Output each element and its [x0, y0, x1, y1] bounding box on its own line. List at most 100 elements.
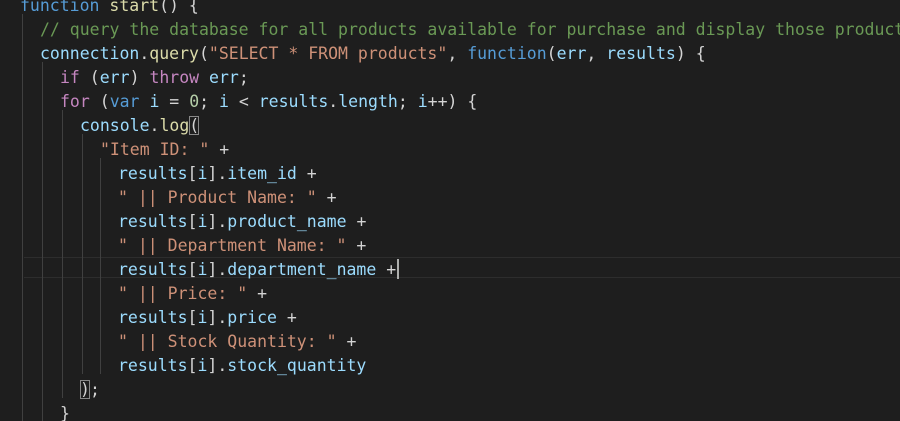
code-line[interactable]: for (var i = 0; i < results.length; i++)…	[60, 90, 477, 114]
code-token: ].	[207, 308, 228, 327]
code-token: ].	[207, 164, 228, 183]
code-token: var	[109, 92, 140, 111]
code-token: .	[328, 92, 339, 111]
code-token: results	[118, 164, 188, 183]
indent-guide	[22, 14, 23, 421]
code-token: for	[60, 92, 90, 111]
code-token: (	[89, 92, 110, 111]
code-line[interactable]: // query the database for all products a…	[40, 18, 900, 42]
code-token: ;	[238, 68, 249, 87]
code-token: results	[258, 92, 329, 111]
code-token: ) {	[675, 44, 706, 63]
code-token: start	[109, 0, 160, 15]
code-token: results	[606, 44, 676, 63]
code-line[interactable]: "Item ID: " +	[100, 138, 229, 162]
code-line[interactable]: results[i].department_name +	[118, 258, 400, 282]
code-token: " || Product Name: "	[118, 188, 317, 207]
code-token: results	[118, 308, 188, 327]
code-token: ].	[207, 356, 228, 375]
code-token: ].	[207, 260, 228, 279]
code-token: [	[187, 164, 198, 183]
code-editor[interactable]: function start() {// query the database …	[0, 0, 900, 421]
code-token: ,	[586, 44, 607, 63]
code-token: }	[60, 404, 70, 421]
matched-bracket: (	[189, 116, 200, 135]
code-token: i	[197, 164, 208, 183]
code-token: i	[197, 212, 208, 231]
code-line[interactable]: );	[80, 378, 100, 402]
code-token: (	[198, 44, 209, 63]
code-line[interactable]: results[i].price +	[118, 306, 297, 330]
code-token: function	[20, 0, 100, 15]
code-token: stock_quantity	[227, 356, 367, 375]
code-token: ;	[199, 92, 219, 111]
code-token: [	[187, 308, 198, 327]
code-token: =	[159, 92, 190, 111]
code-token: item_id	[227, 164, 297, 183]
indent-guide	[82, 134, 83, 374]
code-line[interactable]: function start() {	[20, 0, 199, 18]
text-cursor	[397, 259, 400, 279]
code-token: function	[467, 44, 547, 63]
code-line[interactable]: results[i].product_name +	[118, 210, 366, 234]
code-token: department_name	[227, 260, 377, 279]
code-token: ;	[397, 92, 418, 111]
code-token: console	[80, 116, 150, 135]
code-line[interactable]: " || Department Name: " +	[118, 234, 366, 258]
code-token: ++) {	[427, 92, 478, 111]
code-token: "Item ID: "	[100, 140, 210, 159]
code-token: [	[187, 356, 198, 375]
code-token: (	[79, 68, 100, 87]
code-line[interactable]: results[i].item_id +	[118, 162, 317, 186]
code-token: err	[99, 68, 130, 87]
code-token: " || Price: "	[118, 284, 248, 303]
code-token: ].	[207, 212, 228, 231]
code-token: 0	[189, 92, 200, 111]
code-line[interactable]: console.log(	[80, 114, 200, 138]
code-token: +	[316, 188, 337, 207]
code-token: log	[159, 116, 190, 135]
code-token: .	[139, 44, 150, 63]
code-token: product_name	[227, 212, 347, 231]
code-token: " || Stock Quantity: "	[118, 332, 337, 351]
code-token: )	[129, 68, 150, 87]
code-token: err	[209, 68, 239, 87]
code-token: () {	[159, 0, 199, 15]
code-token: i	[197, 260, 208, 279]
code-line[interactable]: }	[60, 402, 70, 421]
code-line[interactable]: if (err) throw err;	[60, 66, 249, 90]
code-token: results	[118, 260, 188, 279]
code-token: throw	[149, 68, 200, 87]
code-line[interactable]: " || Price: " +	[118, 282, 267, 306]
code-line[interactable]: " || Product Name: " +	[118, 186, 337, 210]
indent-guide	[62, 110, 63, 398]
code-token: [	[187, 212, 198, 231]
code-token: <	[228, 92, 259, 111]
code-token: results	[118, 212, 188, 231]
code-line[interactable]: connection.query("SELECT * FROM products…	[40, 42, 706, 66]
code-token: +	[336, 332, 357, 351]
code-token: (	[546, 44, 557, 63]
code-token: +	[376, 260, 397, 279]
indent-guide	[100, 158, 101, 374]
code-token: connection	[40, 44, 140, 63]
code-token: if	[60, 68, 80, 87]
code-token: "SELECT * FROM products"	[208, 44, 448, 63]
code-token: length	[338, 92, 398, 111]
code-token: i	[219, 92, 229, 111]
code-token: ,	[447, 44, 468, 63]
code-token: " || Department Name: "	[118, 236, 347, 255]
code-token: results	[118, 356, 188, 375]
code-token: +	[346, 236, 367, 255]
code-line[interactable]: " || Stock Quantity: " +	[118, 330, 356, 354]
code-token: .	[149, 116, 160, 135]
code-token: +	[209, 140, 230, 159]
code-token: err	[556, 44, 587, 63]
code-token: price	[227, 308, 277, 327]
code-token: i	[149, 92, 160, 111]
code-token: +	[296, 164, 317, 183]
code-line[interactable]: results[i].stock_quantity	[118, 354, 366, 378]
matched-bracket: )	[80, 380, 90, 399]
code-token: // query the database for all products a…	[40, 20, 900, 39]
